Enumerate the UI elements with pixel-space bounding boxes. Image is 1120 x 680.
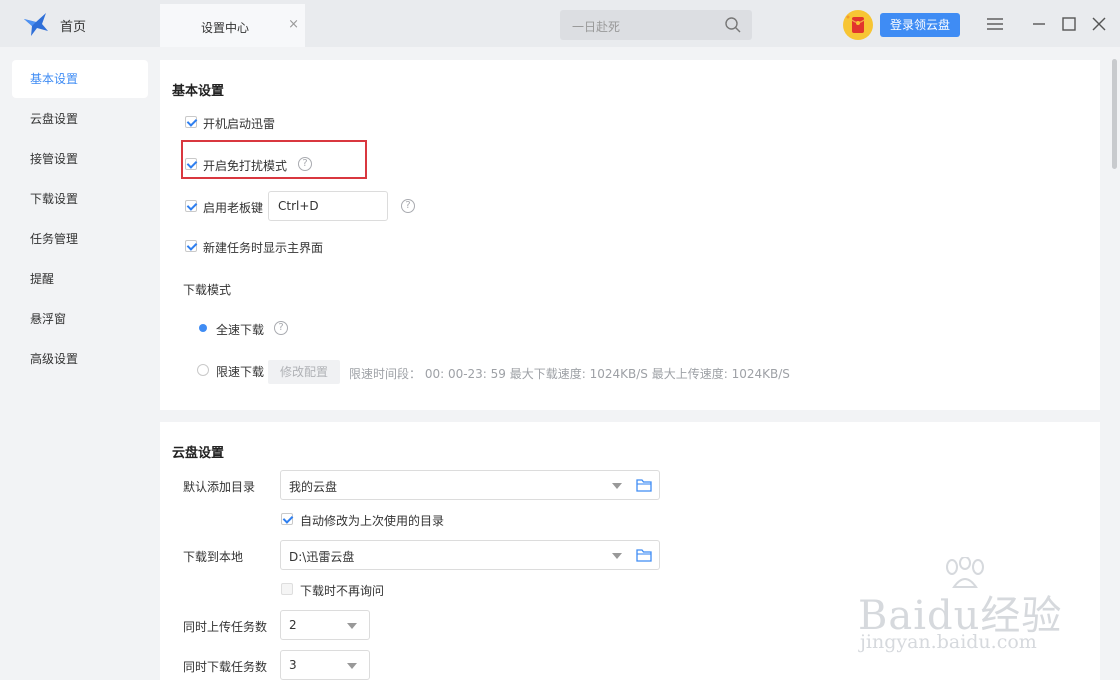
default-dir-value: 我的云盘: [289, 480, 338, 494]
upload-tasks-label: 同时上传任务数: [183, 620, 268, 634]
chevron-down-icon: [612, 553, 622, 559]
minimize-icon[interactable]: [1029, 14, 1049, 34]
folder-icon[interactable]: [636, 548, 652, 562]
title-bar: 首页 设置中心 × 一日赴死 登录领云盘: [0, 0, 1120, 47]
settings-sidebar: 基本设置 云盘设置 接管设置 下载设置 任务管理 提醒 悬浮窗 高级设置: [0, 47, 160, 680]
full-speed-radio[interactable]: [197, 322, 209, 334]
chevron-down-icon: [347, 623, 357, 629]
boss-key-help-icon[interactable]: ?: [401, 199, 415, 213]
full-speed-help-icon[interactable]: ?: [274, 321, 288, 335]
maximize-icon[interactable]: [1059, 14, 1079, 34]
download-local-label: 下载到本地: [183, 550, 244, 564]
search-box[interactable]: 一日赴死: [560, 10, 752, 40]
download-mode-label: 下载模式: [183, 283, 232, 297]
default-dir-label: 默认添加目录: [183, 480, 256, 494]
sidebar-item-tasks[interactable]: 任务管理: [12, 220, 148, 258]
sidebar-item-download[interactable]: 下载设置: [12, 180, 148, 218]
no-ask-label: 下载时不再询问: [300, 584, 385, 598]
sidebar-item-basic[interactable]: 基本设置: [12, 60, 148, 98]
boss-key-label: 启用老板键: [203, 201, 264, 215]
basic-settings-panel: 基本设置 开机启动迅雷 开启免打扰模式 ? 启用老板键 Ctrl+D ? 新建任…: [160, 60, 1100, 410]
chevron-down-icon: [612, 483, 622, 489]
no-ask-checkbox[interactable]: [281, 583, 293, 595]
show-main-label: 新建任务时显示主界面: [203, 241, 324, 255]
auto-modify-label: 自动修改为上次使用的目录: [300, 514, 445, 528]
sidebar-item-floating-window[interactable]: 悬浮窗: [12, 300, 148, 338]
modify-config-button[interactable]: 修改配置: [268, 360, 340, 384]
full-speed-label: 全速下载: [216, 323, 265, 337]
dnd-checkbox[interactable]: [185, 158, 197, 170]
basic-settings-title: 基本设置: [172, 84, 225, 99]
sidebar-item-cloud[interactable]: 云盘设置: [12, 100, 148, 138]
tab-close-icon[interactable]: ×: [288, 17, 299, 32]
auto-modify-checkbox[interactable]: [281, 513, 293, 525]
upload-tasks-select[interactable]: 2: [280, 610, 370, 640]
limited-speed-label: 限速下载: [216, 365, 265, 379]
watermark-sub: jingyan.baidu.com: [860, 631, 1037, 653]
sidebar-item-advanced[interactable]: 高级设置: [12, 340, 148, 378]
folder-icon[interactable]: [636, 478, 652, 492]
menu-icon[interactable]: [985, 14, 1005, 34]
limited-speed-radio[interactable]: [197, 364, 209, 376]
download-tasks-select[interactable]: 3: [280, 650, 370, 680]
limit-info-text: 限速时间段： 00: 00-23: 59 最大下载速度: 1024KB/S 最大…: [349, 367, 790, 381]
cloud-settings-title: 云盘设置: [172, 446, 225, 461]
dnd-label: 开启免打扰模式: [203, 159, 288, 173]
sidebar-item-reminder[interactable]: 提醒: [12, 260, 148, 298]
scrollbar[interactable]: [1108, 47, 1120, 680]
chevron-down-icon: [347, 663, 357, 669]
show-main-checkbox[interactable]: [185, 240, 197, 252]
close-window-icon[interactable]: [1089, 14, 1109, 34]
search-input[interactable]: 一日赴死: [572, 18, 620, 35]
login-button[interactable]: 登录领云盘: [880, 13, 960, 37]
boss-key-checkbox[interactable]: [185, 200, 197, 212]
boss-key-input[interactable]: Ctrl+D: [268, 191, 388, 221]
thunder-bird-logo-icon: [24, 13, 48, 36]
red-envelope-icon[interactable]: [842, 9, 874, 41]
autostart-label: 开机启动迅雷: [203, 117, 276, 131]
dnd-help-icon[interactable]: ?: [298, 157, 312, 171]
baidu-jingyan-watermark: Baidu经验 jingyan.baidu.com: [858, 555, 1068, 665]
tab-label: 设置中心: [201, 21, 250, 35]
home-tab[interactable]: 首页: [0, 0, 160, 47]
download-tasks-value: 3: [289, 658, 297, 672]
download-local-select[interactable]: D:\迅雷云盘: [280, 540, 660, 570]
scrollbar-thumb[interactable]: [1112, 59, 1117, 169]
upload-tasks-value: 2: [289, 618, 297, 632]
autostart-checkbox[interactable]: [185, 116, 197, 128]
search-icon[interactable]: [724, 16, 742, 34]
download-tasks-label: 同时下载任务数: [183, 660, 268, 674]
sidebar-item-takeover[interactable]: 接管设置: [12, 140, 148, 178]
default-dir-select[interactable]: 我的云盘: [280, 470, 660, 500]
home-label: 首页: [60, 20, 87, 35]
tab-settings-center[interactable]: 设置中心 ×: [160, 4, 305, 47]
download-local-value: D:\迅雷云盘: [289, 550, 355, 564]
